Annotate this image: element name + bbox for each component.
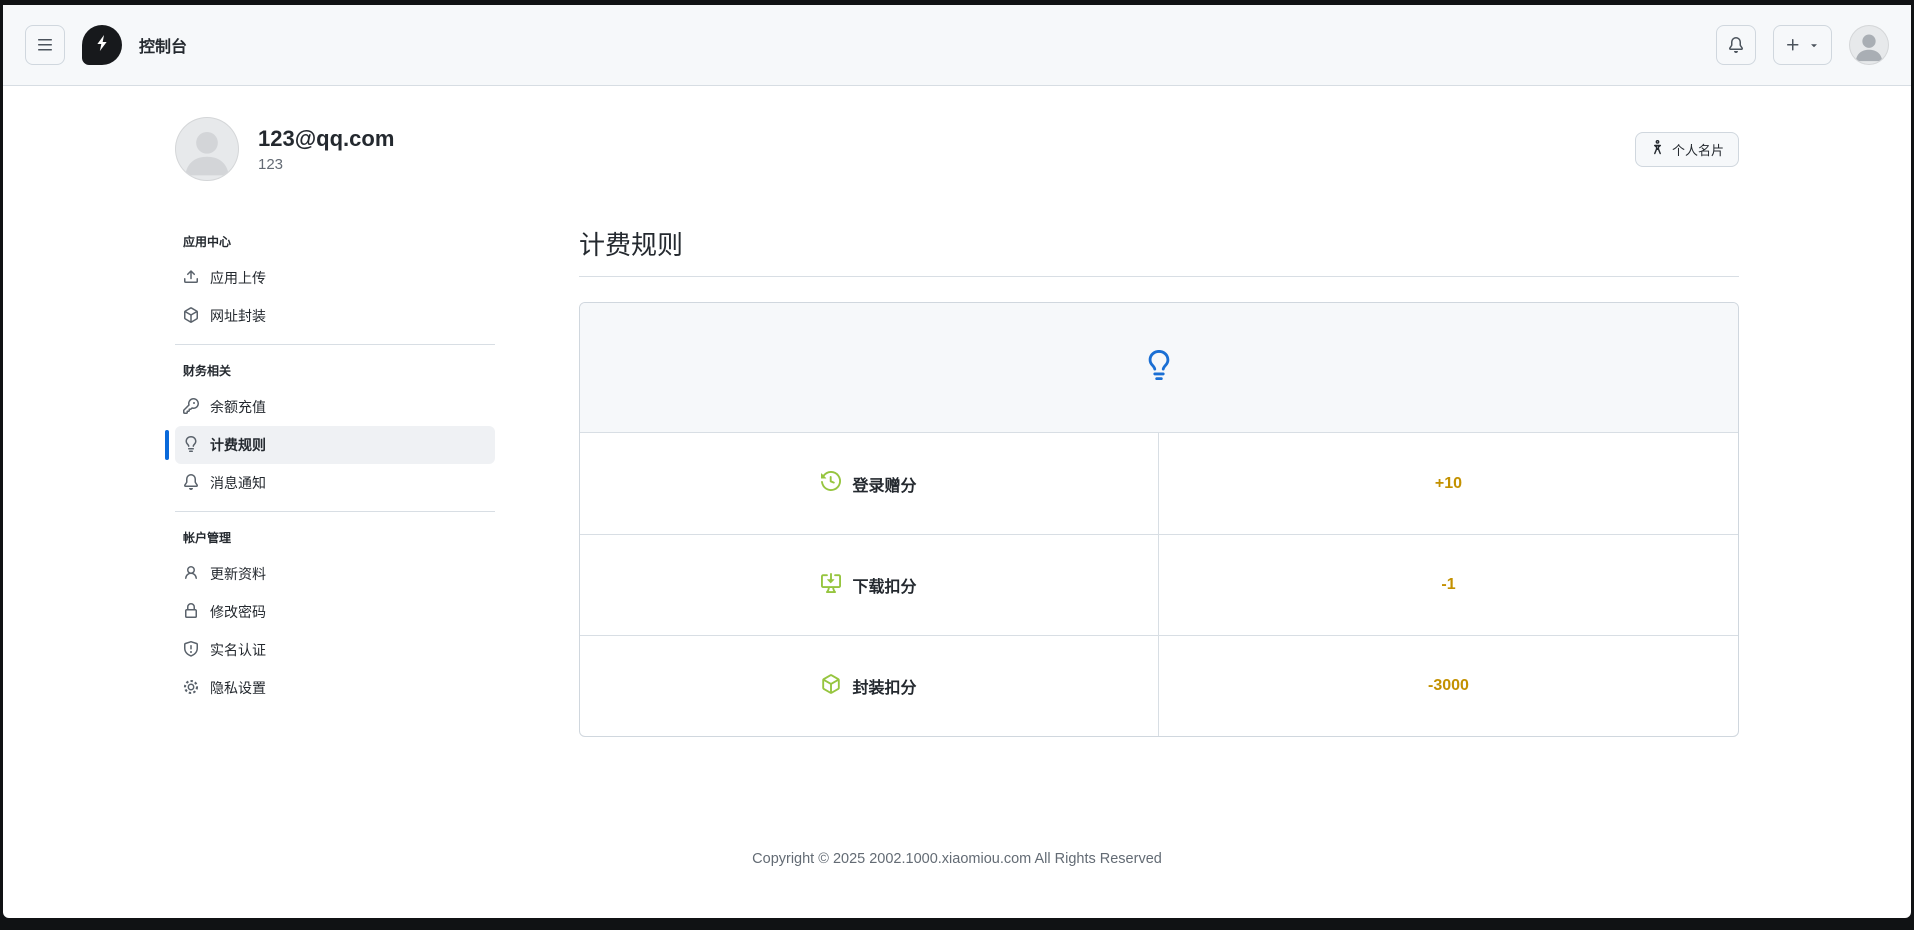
sidebar-section-account: 帐户管理 (175, 521, 495, 555)
app-window: 控制台 123@qq.com 123 (3, 5, 1911, 918)
copyright-footer: Copyright © 2025 2002.1000.xiaomiou.com … (175, 851, 1739, 867)
sidebar-item-label: 隐私设置 (210, 678, 266, 698)
history-clock-icon (821, 471, 841, 496)
upload-icon (183, 269, 199, 288)
three-bars-icon (37, 37, 53, 53)
lightbulb-icon (183, 436, 199, 455)
sidebar-section-finance: 财务相关 (175, 354, 495, 388)
person-icon (183, 565, 199, 584)
sidebar-item-label: 修改密码 (210, 602, 266, 622)
sidebar-item-balance-recharge[interactable]: 余额充值 (175, 388, 495, 426)
sidebar-item-billing-rules[interactable]: 计费规则 (175, 426, 495, 464)
lightbulb-icon (1144, 350, 1174, 385)
create-new-dropdown-button[interactable] (1773, 25, 1832, 65)
profile-section: 123@qq.com 123 个人名片 (175, 117, 1739, 181)
key-icon (183, 398, 199, 417)
rule-label: 下载扣分 (852, 573, 916, 597)
sidebar-divider (175, 344, 495, 345)
rule-value: +10 (1435, 475, 1462, 493)
rule-label: 封装扣分 (852, 674, 916, 698)
rule-value: -1 (1441, 576, 1455, 594)
sidebar-item-privacy-settings[interactable]: 隐私设置 (175, 669, 495, 707)
sidebar-divider (175, 511, 495, 512)
profile-email: 123@qq.com (258, 125, 394, 153)
plus-icon (1785, 37, 1801, 53)
gear-icon (183, 679, 199, 698)
notifications-button[interactable] (1716, 25, 1756, 65)
hamburger-menu-button[interactable] (25, 25, 65, 65)
sidebar-item-label: 网址封装 (210, 306, 266, 326)
sidebar-item-change-password[interactable]: 修改密码 (175, 593, 495, 631)
lightning-bolt-icon (93, 34, 111, 57)
main-content: 计费规则 登录赠分 (579, 225, 1739, 737)
profile-username: 123 (258, 156, 394, 173)
sidebar-item-app-upload[interactable]: 应用上传 (175, 259, 495, 297)
lock-icon (183, 603, 199, 622)
bell-icon (183, 474, 199, 493)
personal-card-label: 个人名片 (1672, 140, 1724, 159)
sidebar-item-realname-verification[interactable]: 实名认证 (175, 631, 495, 669)
sidebar-item-url-packaging[interactable]: 网址封装 (175, 297, 495, 335)
personal-card-button[interactable]: 个人名片 (1635, 132, 1739, 167)
shield-icon (183, 641, 199, 660)
rule-value: -3000 (1428, 677, 1469, 695)
person-standing-icon (1650, 140, 1665, 158)
sidebar-section-app-center: 应用中心 (175, 225, 495, 259)
table-row-download-deduction: 下载扣分 -1 (580, 534, 1738, 635)
rule-label: 登录赠分 (852, 472, 916, 496)
billing-rules-title: 计费规则 (579, 225, 1739, 277)
billing-rules-table: 登录赠分 +10 下载扣分 (579, 302, 1739, 737)
table-row-packaging-deduction: 封装扣分 -3000 (580, 635, 1738, 736)
profile-avatar (175, 117, 239, 181)
caret-down-icon (1808, 39, 1820, 51)
package-icon (183, 307, 199, 326)
sidebar-item-label: 消息通知 (210, 473, 266, 493)
desktop-download-icon (821, 573, 841, 598)
table-header (580, 303, 1738, 433)
sidebar-item-update-profile[interactable]: 更新资料 (175, 555, 495, 593)
table-row-login-bonus: 登录赠分 +10 (580, 433, 1738, 534)
bell-icon (1728, 37, 1744, 53)
sidebar-item-label: 应用上传 (210, 268, 266, 288)
app-logo[interactable] (82, 25, 122, 65)
sidebar-item-label: 计费规则 (210, 435, 266, 455)
page-title: 控制台 (139, 33, 187, 57)
sidebar-item-label: 更新资料 (210, 564, 266, 584)
user-avatar[interactable] (1849, 25, 1889, 65)
sidebar: 应用中心 应用上传 网址封装 财务相关 (175, 225, 495, 737)
sidebar-item-label: 余额充值 (210, 397, 266, 417)
package-icon (821, 674, 841, 699)
sidebar-item-label: 实名认证 (210, 640, 266, 660)
sidebar-item-notifications[interactable]: 消息通知 (175, 464, 495, 502)
topbar: 控制台 (3, 5, 1911, 86)
